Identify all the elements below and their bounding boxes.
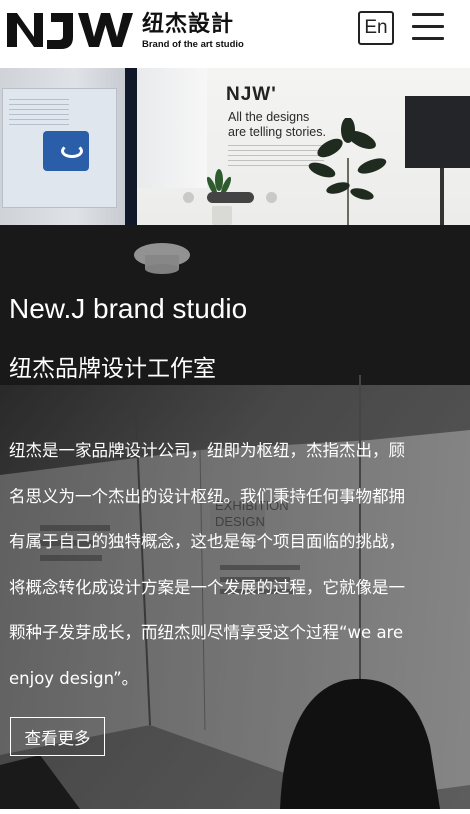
menu-line bbox=[412, 13, 444, 16]
view-more-button[interactable]: 查看更多 bbox=[10, 717, 105, 756]
plant-icon bbox=[308, 118, 387, 225]
banner-monitor bbox=[405, 96, 470, 168]
banner-pillar bbox=[125, 68, 137, 225]
about-line: 名思义为一个杰出的设计枢纽。我们秉持任何事物都拥 bbox=[9, 486, 405, 506]
njw-logo-icon bbox=[7, 13, 133, 49]
hamburger-menu-icon[interactable] bbox=[412, 11, 444, 41]
about-line: enjoy design”。 bbox=[9, 668, 139, 688]
banner-window bbox=[137, 68, 207, 188]
banner-display-board bbox=[2, 88, 117, 208]
plant-pot bbox=[212, 206, 232, 225]
brand-tagline: Brand of the art studio bbox=[142, 39, 244, 50]
about-line: 将概念转化成设计方案是一个发展的过程，它就像是一 bbox=[9, 577, 405, 597]
about-title-en: New.J brand studio bbox=[9, 293, 248, 324]
about-line: 颗种子发芽成长，而纽杰则尽情享受这个过程“we are bbox=[9, 623, 404, 642]
banner-monitor-stand bbox=[440, 168, 444, 225]
carousel-dot-3[interactable] bbox=[266, 192, 277, 203]
about-line: 有属于自己的独特概念，这也是每个项目面临的挑战， bbox=[9, 532, 405, 551]
about-section: EXHIBITION DESIGN New.J brand studio 纽杰品… bbox=[0, 225, 470, 809]
carousel-dot-2-active[interactable] bbox=[207, 192, 254, 203]
language-toggle-button[interactable]: En bbox=[358, 11, 394, 45]
about-title-cn: 纽杰品牌设计工作室 bbox=[9, 356, 216, 382]
banner-logo: NJW' bbox=[226, 84, 277, 105]
menu-line bbox=[412, 25, 444, 28]
brand-name-cn: 纽杰設計 bbox=[142, 12, 235, 37]
about-description: 纽杰是一家品牌设计公司，纽即为枢纽，杰指杰出，顾 名思义为一个杰出的设计枢纽。我… bbox=[9, 428, 455, 701]
about-line: 纽杰是一家品牌设计公司，纽即为枢纽，杰指杰出，顾 bbox=[9, 441, 405, 460]
carousel-dot-1[interactable] bbox=[183, 192, 194, 203]
menu-line bbox=[412, 37, 444, 40]
hero-banner-carousel[interactable]: NJW' All the designs are telling stories… bbox=[0, 68, 470, 225]
carousel-indicators bbox=[180, 190, 280, 204]
njw-logo[interactable] bbox=[7, 9, 135, 51]
page-bottom bbox=[0, 809, 470, 814]
site-header: 纽杰設計 Brand of the art studio En bbox=[0, 0, 470, 68]
brand-text: 纽杰設計 Brand of the art studio bbox=[142, 12, 244, 50]
